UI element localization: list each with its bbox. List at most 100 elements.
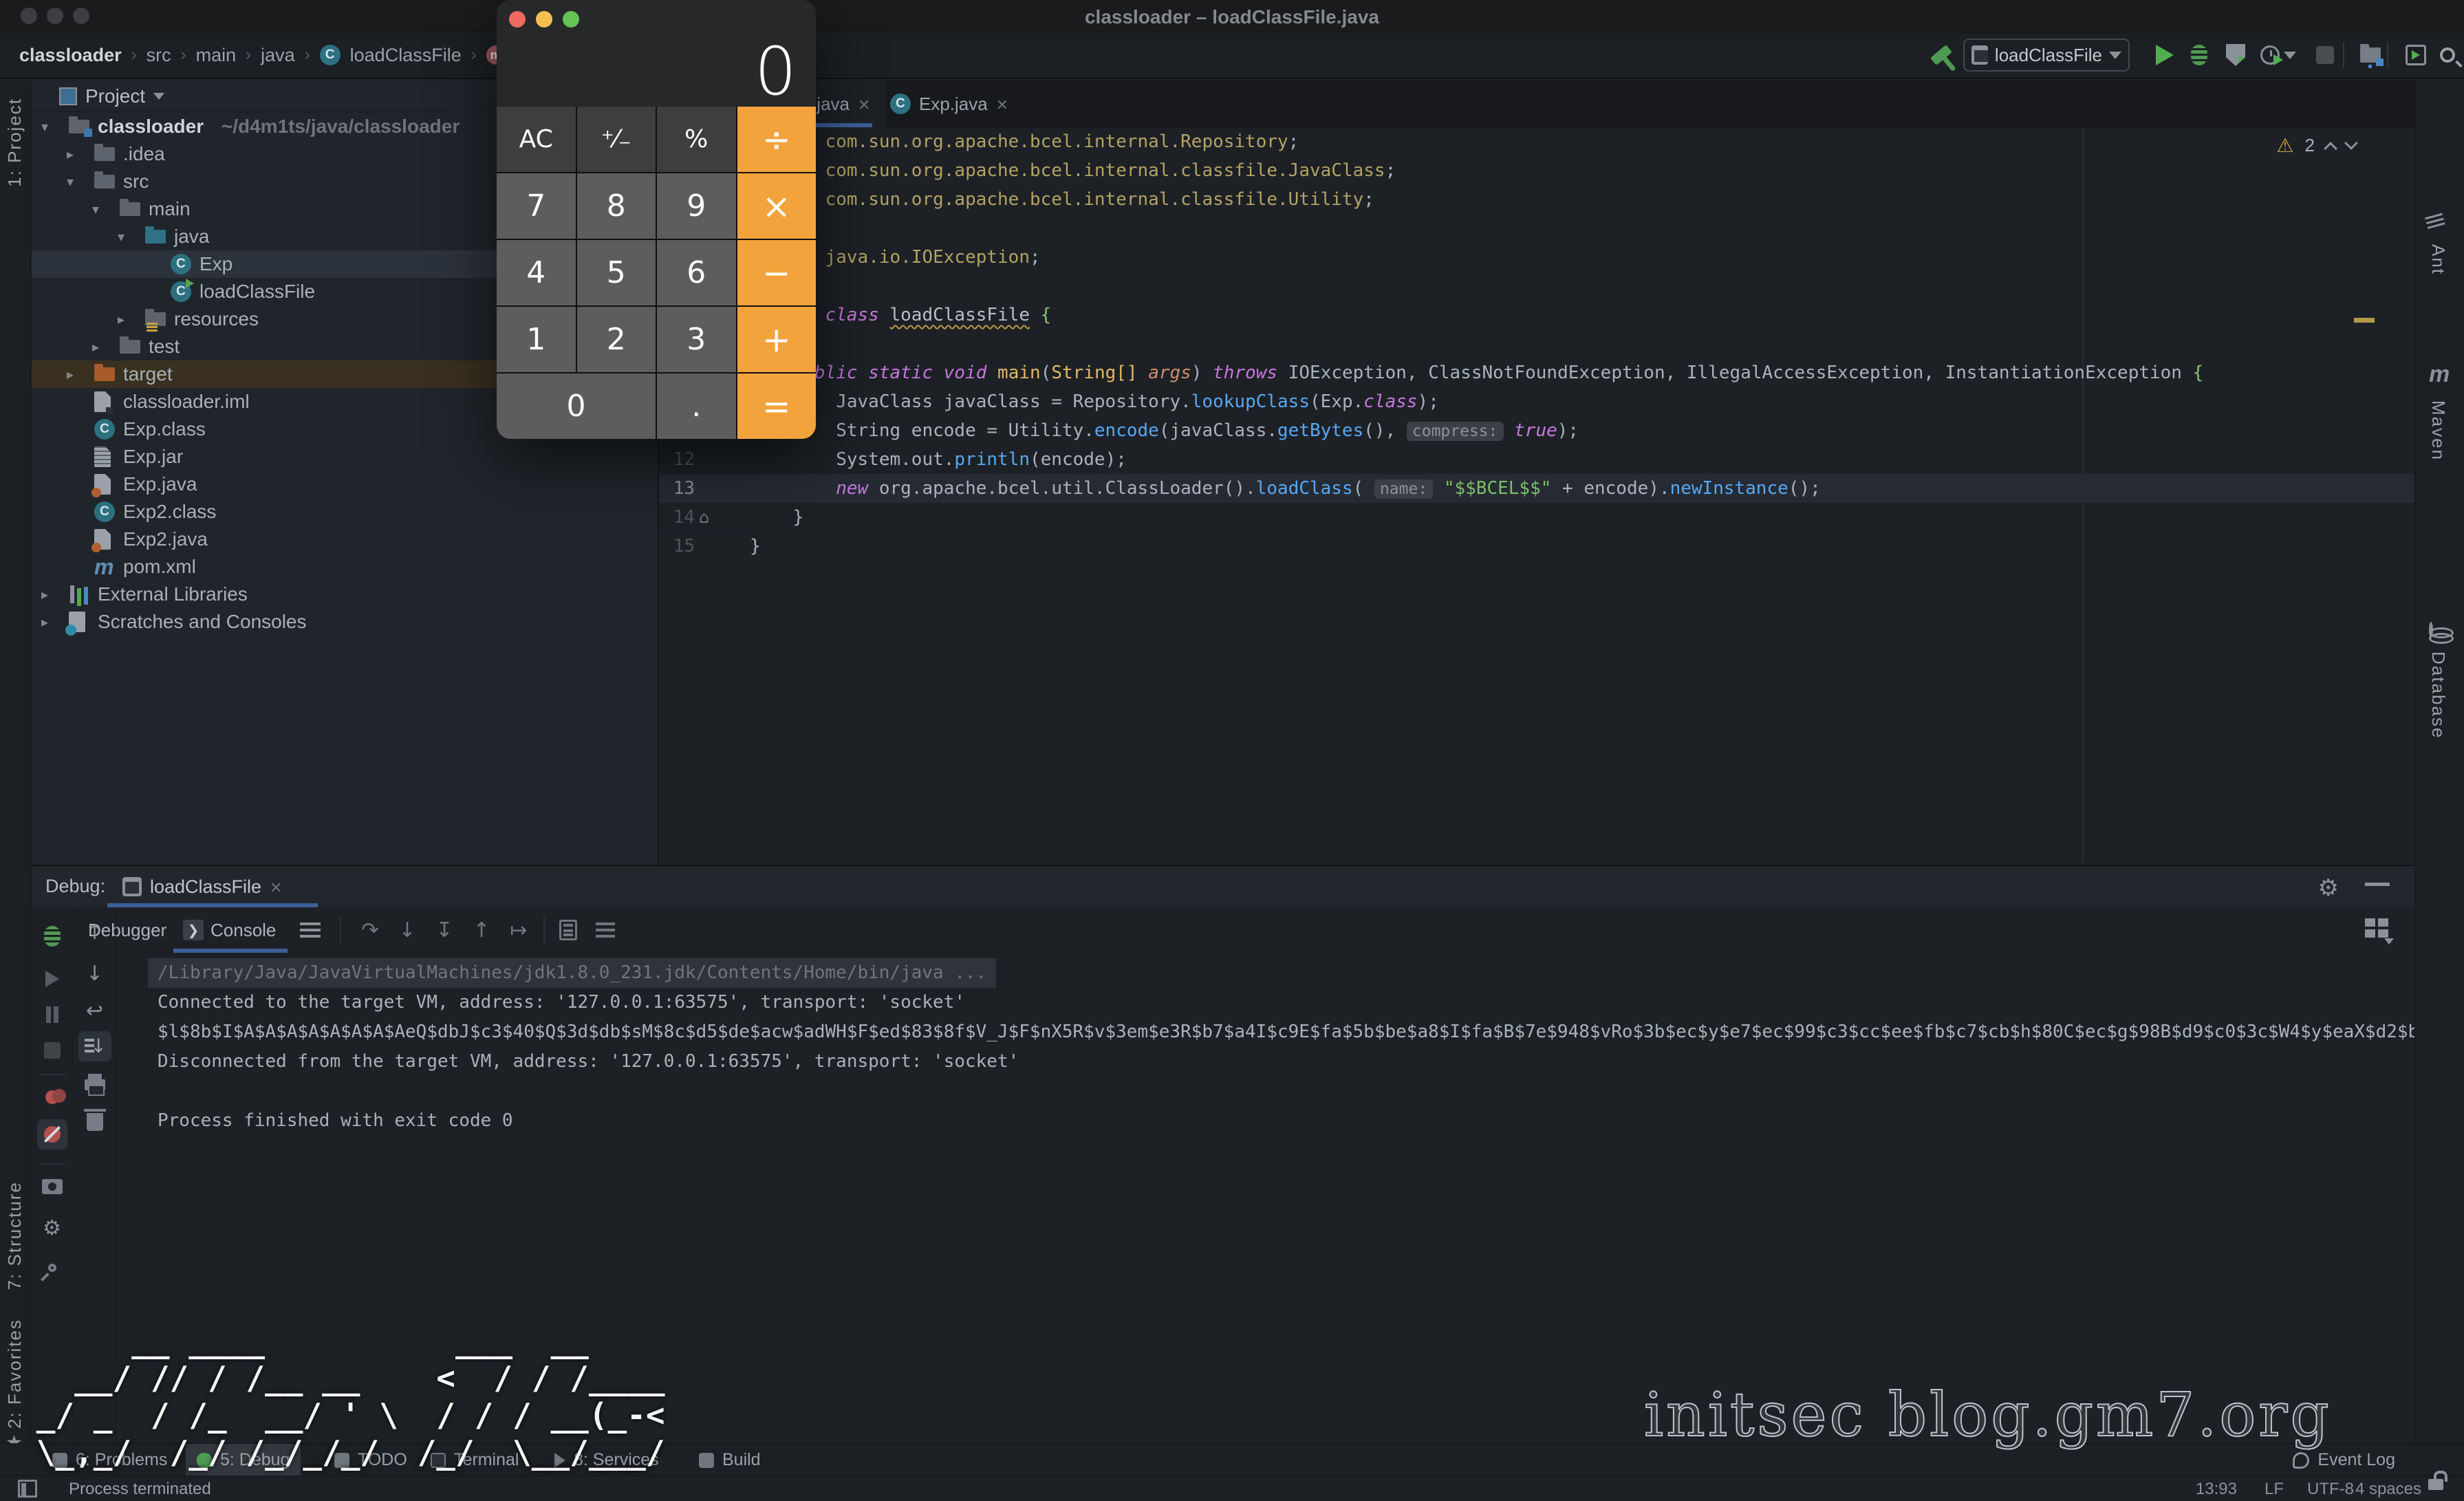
scroll-to-end-icon[interactable]: [78, 1031, 111, 1061]
calculator-window[interactable]: 0 AC ⁺⁄₋% ÷ 7 8 9 × 4 5 6− 1 2 3 +0. =: [497, 0, 816, 439]
tool-button-todo[interactable]: TODO: [323, 1444, 418, 1476]
calc-zoom-icon[interactable]: [563, 11, 579, 28]
calc-key-8[interactable]: 8: [576, 173, 656, 239]
tree-item-pom-xml[interactable]: m pom.xml: [32, 553, 658, 581]
force-step-into-icon[interactable]: ↧: [429, 907, 460, 953]
step-into-icon[interactable]: ↓: [392, 907, 422, 953]
stripe-ant-button[interactable]: Ant: [2428, 244, 2449, 275]
search-everywhere-icon[interactable]: [2434, 32, 2461, 78]
debug-settings-gear-icon[interactable]: ⚙: [32, 1211, 72, 1244]
debug-session-tab[interactable]: loadClassFile: [109, 866, 296, 907]
mute-breakpoints-icon[interactable]: [37, 1119, 67, 1149]
calc-key-AC[interactable]: AC: [497, 107, 576, 172]
chevron-expanded-icon[interactable]: ▾: [92, 201, 99, 217]
calc-key-6[interactable]: 6: [657, 240, 736, 305]
calc-key-2[interactable]: 2: [576, 307, 656, 372]
close-icon[interactable]: [858, 94, 870, 115]
calc-key-9[interactable]: 9: [657, 173, 736, 239]
chevron-collapsed-icon[interactable]: ▸: [118, 311, 125, 327]
stripe-project-button[interactable]: 1: Project: [4, 98, 25, 187]
tool-button-problems[interactable]: 6: Problems: [41, 1444, 178, 1476]
tab-exp-java[interactable]: Exp.java: [874, 80, 1025, 127]
chevron-collapsed-icon[interactable]: ▸: [41, 586, 48, 603]
caret-position[interactable]: 13:93: [2196, 1480, 2237, 1499]
stripe-favorites-button[interactable]: 2: Favorites: [4, 1319, 25, 1429]
calc-close-icon[interactable]: [509, 11, 526, 28]
prev-warning-icon[interactable]: [2324, 141, 2337, 155]
tool-button-terminal[interactable]: Terminal: [420, 1444, 530, 1476]
print-icon[interactable]: [74, 1068, 116, 1101]
run-button[interactable]: [2151, 32, 2179, 78]
calc-key-0[interactable]: 0: [497, 374, 656, 439]
calc-key-5[interactable]: 5: [576, 240, 656, 305]
calc-minimize-icon[interactable]: [536, 11, 552, 28]
tree-item-exp-jar[interactable]: Exp.jar: [32, 443, 658, 471]
evaluate-expression-icon[interactable]: [553, 907, 583, 953]
next-warning-icon[interactable]: [2344, 136, 2358, 150]
code-editor[interactable]: 1import com.sun.org.apache.bcel.internal…: [659, 127, 2414, 865]
chevron-collapsed-icon[interactable]: ▸: [67, 146, 74, 162]
step-over-icon[interactable]: ↷: [355, 907, 385, 953]
tree-item-scratches-and-consoles[interactable]: ▸ Scratches and Consoles: [32, 608, 658, 636]
stripe-maven-button[interactable]: Maven: [2428, 400, 2449, 461]
chevron-expanded-icon[interactable]: ▾: [67, 173, 74, 190]
stop-icon[interactable]: [32, 1034, 72, 1067]
tool-button-debug[interactable]: 5: Debug: [186, 1444, 301, 1476]
calc-key-×[interactable]: ×: [737, 173, 816, 239]
rerun-debug-icon[interactable]: [32, 920, 72, 953]
view-breakpoints-icon[interactable]: [32, 1081, 72, 1114]
stop-button[interactable]: [2311, 32, 2339, 78]
tab-console[interactable]: Console: [183, 907, 276, 953]
chevron-collapsed-icon[interactable]: ▸: [41, 614, 48, 630]
breadcrumb-item[interactable]: java: [261, 45, 295, 66]
calc-key-−[interactable]: −: [737, 240, 816, 305]
gear-icon[interactable]: ⚙: [2318, 874, 2339, 902]
clear-all-icon[interactable]: [74, 1105, 116, 1138]
file-encoding[interactable]: UTF-8: [2307, 1480, 2354, 1499]
soft-wrap-icon[interactable]: ↩: [74, 994, 116, 1027]
indent-setting[interactable]: 4 spaces: [2355, 1480, 2421, 1499]
close-icon[interactable]: [996, 94, 1008, 115]
resume-icon[interactable]: [32, 962, 72, 995]
tree-item-exp2-class[interactable]: Exp2.class: [32, 498, 658, 526]
chevron-collapsed-icon[interactable]: ▸: [92, 338, 99, 355]
run-to-cursor-icon[interactable]: ↦: [504, 907, 534, 953]
project-structure-icon[interactable]: [2355, 32, 2386, 78]
debug-button[interactable]: [2185, 32, 2213, 78]
calc-key-1[interactable]: 1: [497, 307, 576, 372]
calc-key-⁺⁄₋[interactable]: ⁺⁄₋: [576, 107, 656, 172]
lock-icon[interactable]: [2428, 1471, 2447, 1490]
profiler-icon[interactable]: [2258, 32, 2299, 78]
calc-key-+[interactable]: +: [737, 307, 816, 372]
restore-layout-icon[interactable]: [2365, 918, 2394, 944]
calc-key-.[interactable]: .: [657, 374, 736, 439]
build-hammer-icon[interactable]: [1926, 32, 1956, 78]
calc-key-4[interactable]: 4: [497, 240, 576, 305]
line-ending[interactable]: LF: [2265, 1480, 2284, 1499]
calc-key-=[interactable]: =: [737, 374, 816, 439]
pin-icon[interactable]: [32, 1251, 72, 1284]
breadcrumb-item[interactable]: loadClassFile: [350, 45, 462, 66]
close-icon[interactable]: [270, 876, 282, 898]
run-configuration-select[interactable]: loadClassFile: [1963, 39, 2130, 72]
tree-item-external-libraries[interactable]: ▸ External Libraries: [32, 581, 658, 608]
breadcrumb-item[interactable]: classloader: [19, 45, 122, 66]
chevron-collapsed-icon[interactable]: ▸: [67, 366, 74, 382]
calc-key-7[interactable]: 7: [497, 173, 576, 239]
tool-window-switcher-icon[interactable]: [18, 1480, 37, 1498]
stripe-structure-button[interactable]: 7: Structure: [4, 1181, 25, 1290]
run-with-coverage-icon[interactable]: [2222, 32, 2249, 78]
chevron-expanded-icon[interactable]: ▾: [118, 228, 125, 245]
up-stack-trace-icon[interactable]: ↑: [74, 916, 116, 949]
run-anything-icon[interactable]: [2401, 32, 2431, 78]
stripe-database-button[interactable]: Database: [2428, 651, 2449, 739]
calc-key-%[interactable]: %: [657, 107, 736, 172]
menu-icon[interactable]: [300, 922, 321, 925]
tool-button-services[interactable]: 8: Services: [543, 1444, 670, 1476]
inspection-widget[interactable]: ⚠ 2: [2276, 134, 2358, 157]
thread-dump-camera-icon[interactable]: [32, 1170, 72, 1203]
console-output[interactable]: /Library/Java/JavaVirtualMachines/jdk1.8…: [116, 953, 2414, 1444]
calc-key-÷[interactable]: ÷: [737, 107, 816, 172]
filter-settings-icon[interactable]: [590, 907, 620, 953]
chevron-expanded-icon[interactable]: ▾: [41, 118, 48, 135]
